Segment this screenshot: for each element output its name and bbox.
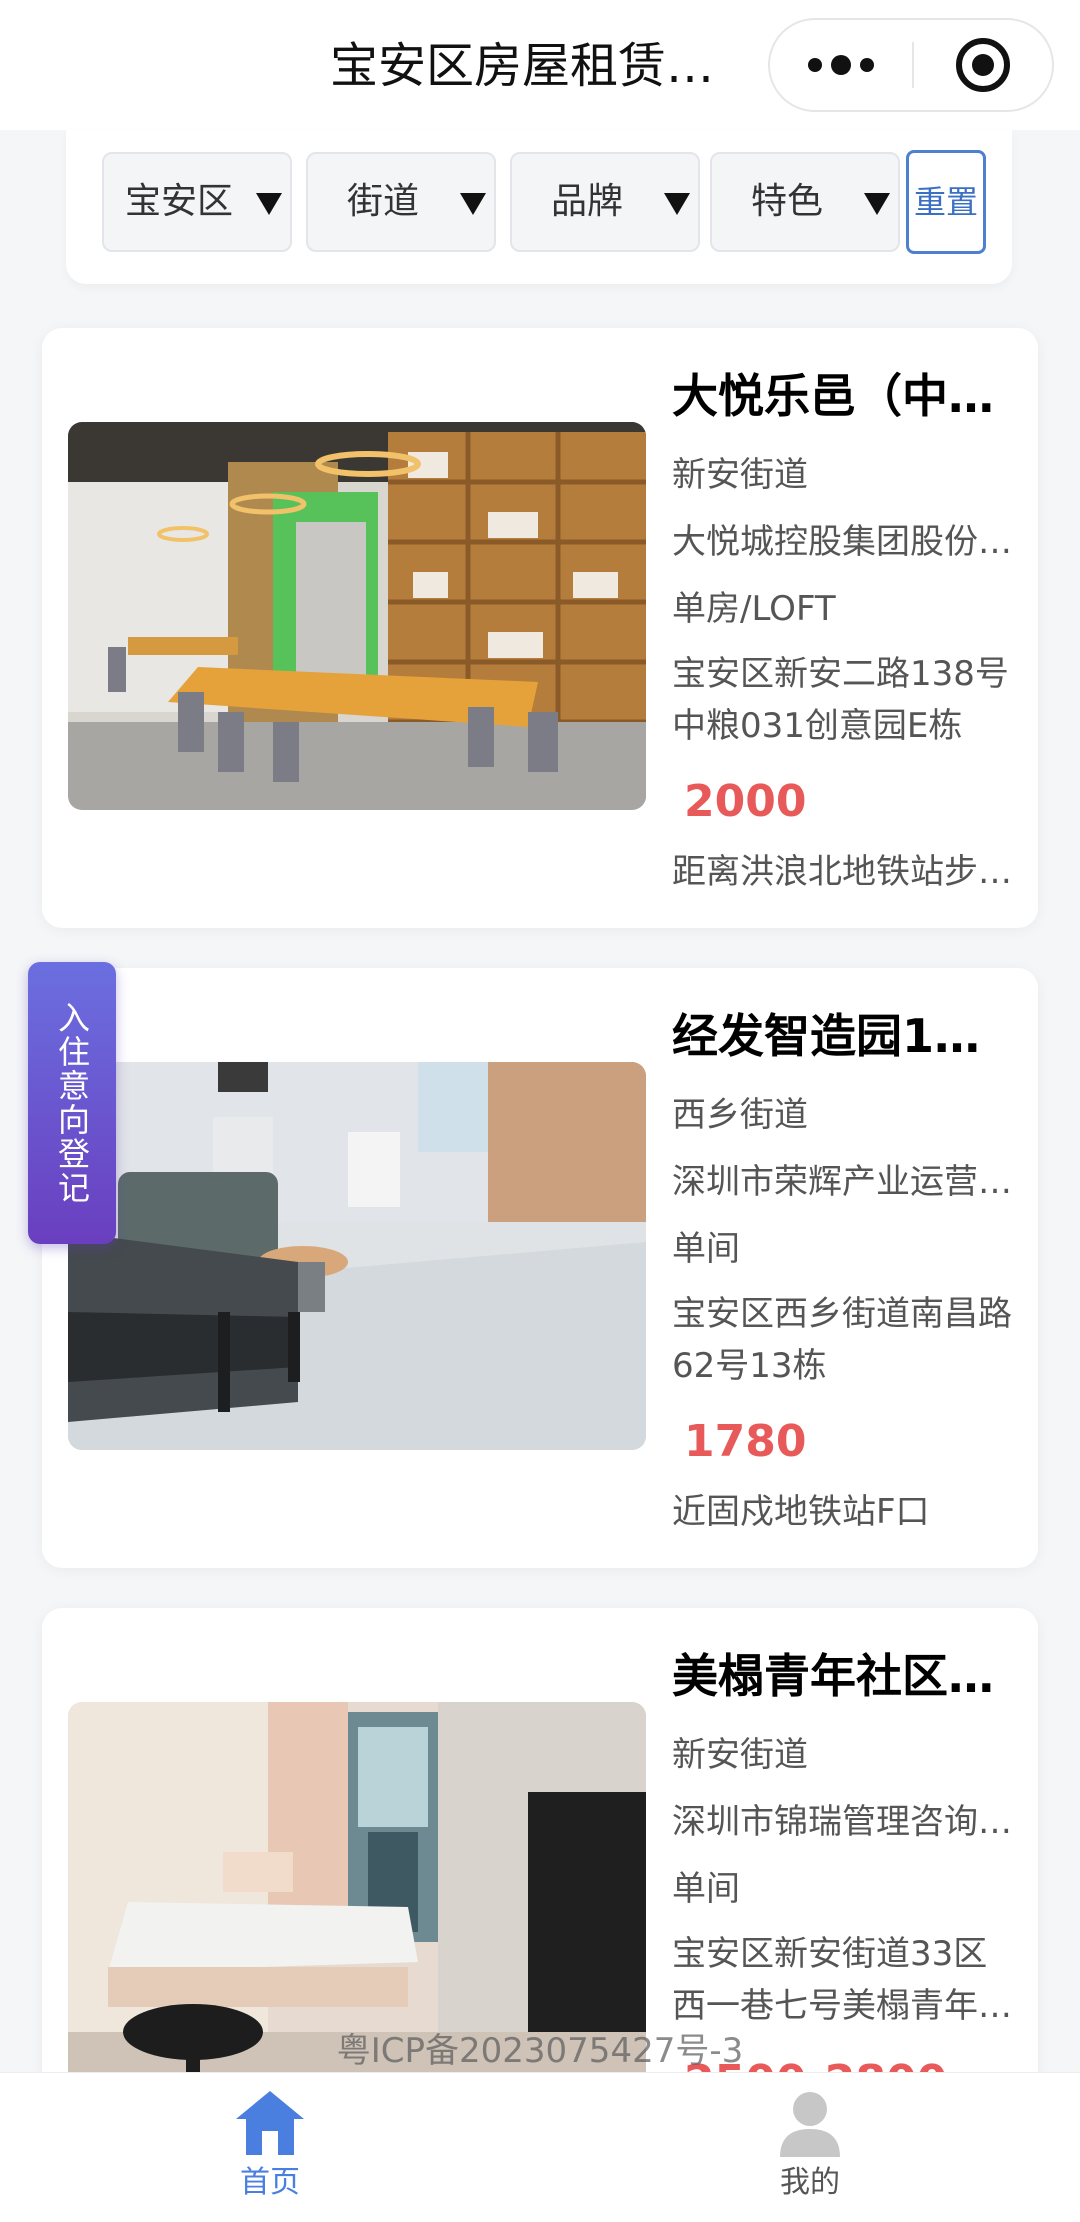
- bottom-tab-bar: 首页 我的: [0, 2072, 1080, 2222]
- street-filter-label: 街道: [346, 181, 419, 222]
- listing-company: 深圳市荣辉产业运营管理有限公司: [672, 1162, 1018, 1202]
- listing-photo: [68, 1062, 646, 1450]
- listing-street: 新安街道: [672, 455, 808, 495]
- user-icon: [780, 2092, 840, 2157]
- brand-filter-label: 品牌: [550, 181, 623, 222]
- dropdown-arrow-icon: [864, 193, 890, 215]
- listing-room-type: 单间: [672, 1229, 740, 1269]
- tab-home-label: 首页: [240, 2165, 300, 2200]
- feature-filter-label: 特色: [750, 181, 823, 222]
- listing-address: 宝安区新安街道33区西一巷七号美榻青年社区: [672, 1934, 1012, 2026]
- tab-home[interactable]: 首页: [170, 2085, 370, 2215]
- listing-room-type: 单房/LOFT: [672, 589, 836, 629]
- listing-address: 宝安区新安二路138号中粮031创意园E栋: [672, 654, 1009, 746]
- icp-record[interactable]: 粤ICP备2023075427号-3: [0, 2026, 1080, 2076]
- listing-metro: 距离洪浪北地铁站步行5分钟: [672, 852, 1018, 892]
- listing-photo: [68, 422, 646, 810]
- top-navigation-bar: 宝安区房屋租赁服务: [0, 0, 1080, 130]
- listing-card[interactable]: 大悦乐邑（中粮031创意园） 新安街道 大悦城控股集团股份有限公司 单房/LOF…: [42, 328, 1038, 928]
- listing-name: 大悦乐邑（中粮031创意园）: [672, 369, 1018, 423]
- register-intention-button[interactable]: 入住意向登记: [28, 962, 116, 1244]
- brand-filter-dropdown[interactable]: 品牌: [510, 152, 700, 252]
- listing-street: 西乡街道: [672, 1095, 808, 1135]
- page-title: 宝安区房屋租赁服务: [330, 38, 730, 94]
- mini-program-capsule: [768, 18, 1054, 112]
- listing-metro: 近固戍地铁站F口: [672, 1492, 930, 1532]
- tab-mine-label: 我的: [780, 2165, 840, 2200]
- listing-price: 2000: [684, 776, 807, 827]
- home-icon: [236, 2091, 304, 2155]
- listing-room-type: 单间: [672, 1869, 740, 1909]
- target-close-icon[interactable]: [914, 20, 1052, 110]
- listing-price: 1780: [684, 1416, 807, 1467]
- listing-info: 经发智造园1栋公寓 西乡街道 深圳市荣辉产业运营管理有限公司 单间 宝安区西乡街…: [672, 996, 1018, 1540]
- listing-name: 经发智造园1栋公寓: [672, 1009, 1018, 1063]
- district-filter-label: 宝安区: [124, 181, 233, 222]
- filter-bar: 宝安区 街道 品牌 特色 重置: [66, 130, 1012, 284]
- listing-info: 大悦乐邑（中粮031创意园） 新安街道 大悦城控股集团股份有限公司 单房/LOF…: [672, 356, 1018, 900]
- dropdown-arrow-icon: [664, 193, 690, 215]
- listing-card[interactable]: 经发智造园1栋公寓 西乡街道 深圳市荣辉产业运营管理有限公司 单间 宝安区西乡街…: [42, 968, 1038, 1568]
- street-filter-dropdown[interactable]: 街道: [306, 152, 496, 252]
- dropdown-arrow-icon: [256, 193, 282, 215]
- register-intention-label: 入住意向登记: [53, 1001, 91, 1205]
- reset-button[interactable]: 重置: [906, 150, 986, 254]
- listing-name: 美榻青年社区（新安店）: [672, 1649, 1018, 1703]
- listing-address: 宝安区西乡街道南昌路62号13栋: [672, 1294, 1012, 1386]
- listing-company: 深圳市锦瑞管理咨询有限公司: [672, 1802, 1018, 1842]
- listing-company: 大悦城控股集团股份有限公司: [672, 522, 1018, 562]
- more-dots-icon[interactable]: [770, 20, 912, 110]
- tab-mine[interactable]: 我的: [710, 2085, 910, 2215]
- feature-filter-dropdown[interactable]: 特色: [710, 152, 900, 252]
- dropdown-arrow-icon: [460, 193, 486, 215]
- listing-street: 新安街道: [672, 1735, 808, 1775]
- district-filter-dropdown[interactable]: 宝安区: [102, 152, 292, 252]
